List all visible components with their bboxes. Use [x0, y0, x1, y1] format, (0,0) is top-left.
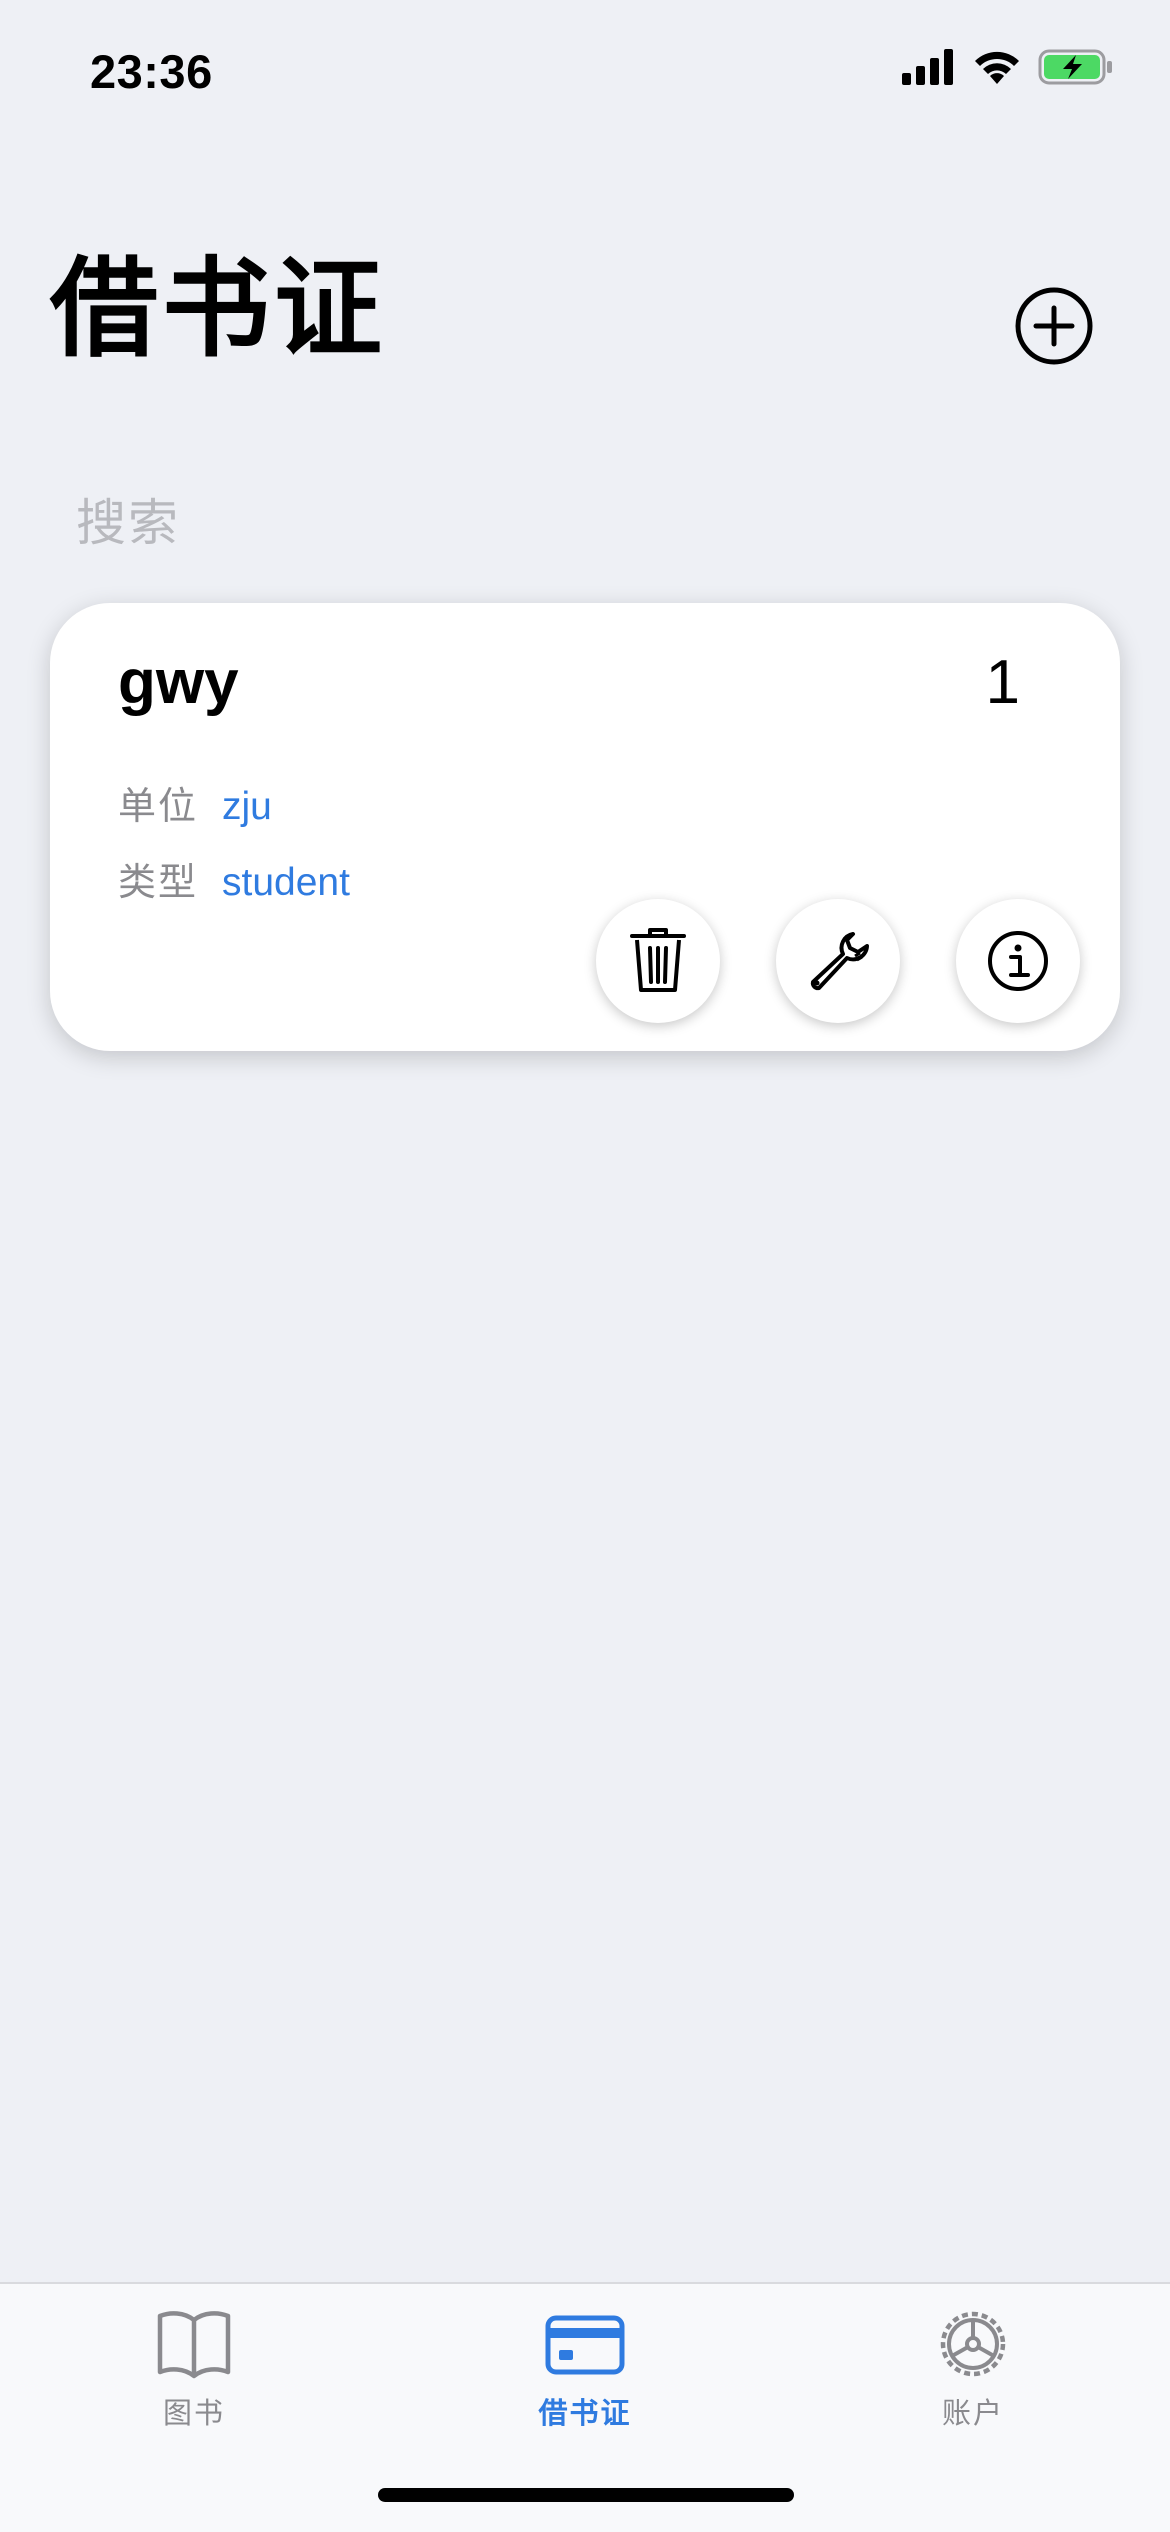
card-icon [545, 2315, 625, 2375]
tab-label: 账户 [941, 2398, 1004, 2430]
info-button[interactable] [956, 899, 1080, 1023]
book-icon [157, 2311, 231, 2379]
edit-button[interactable] [776, 899, 900, 1023]
gear-icon [940, 2311, 1006, 2377]
tab-label: 图书 [162, 2398, 225, 2430]
screen: 23:36 借书证 搜索 gwy 1 单位 zju 类型 student 图书 … [0, 0, 1170, 2532]
add-button[interactable] [1014, 286, 1094, 366]
card-holder-name: gwy [118, 648, 239, 717]
search-placeholder: 搜索 [76, 495, 180, 551]
search-input[interactable]: 搜索 [76, 484, 1096, 554]
battery-charging-icon [1038, 49, 1112, 85]
tab-books[interactable]: 图书 [64, 2306, 324, 2432]
wrench-icon [810, 932, 869, 991]
card-count: 1 [985, 648, 1020, 717]
wifi-icon [975, 51, 1019, 84]
home-indicator[interactable] [378, 2488, 794, 2502]
tab-library-cards[interactable]: 借书证 [455, 2306, 715, 2432]
status-icons [902, 48, 1114, 86]
field-value: zju [222, 785, 272, 828]
card-field-type: 类型 student [118, 851, 350, 906]
library-card[interactable]: gwy 1 单位 zju 类型 student [50, 603, 1120, 1051]
plus-circle-icon [1015, 287, 1093, 365]
status-time: 23:36 [90, 45, 213, 98]
delete-button[interactable] [596, 899, 720, 1023]
card-field-unit: 单位 zju [118, 775, 272, 830]
field-value: student [222, 861, 350, 904]
info-icon [988, 931, 1048, 991]
tab-label: 借书证 [538, 2398, 632, 2430]
tab-account[interactable]: 账户 [843, 2306, 1103, 2432]
field-label: 类型 [118, 862, 199, 904]
signal-icon [902, 49, 953, 85]
field-label: 单位 [118, 786, 199, 828]
page-title: 借书证 [50, 248, 387, 369]
trash-icon [630, 928, 686, 992]
